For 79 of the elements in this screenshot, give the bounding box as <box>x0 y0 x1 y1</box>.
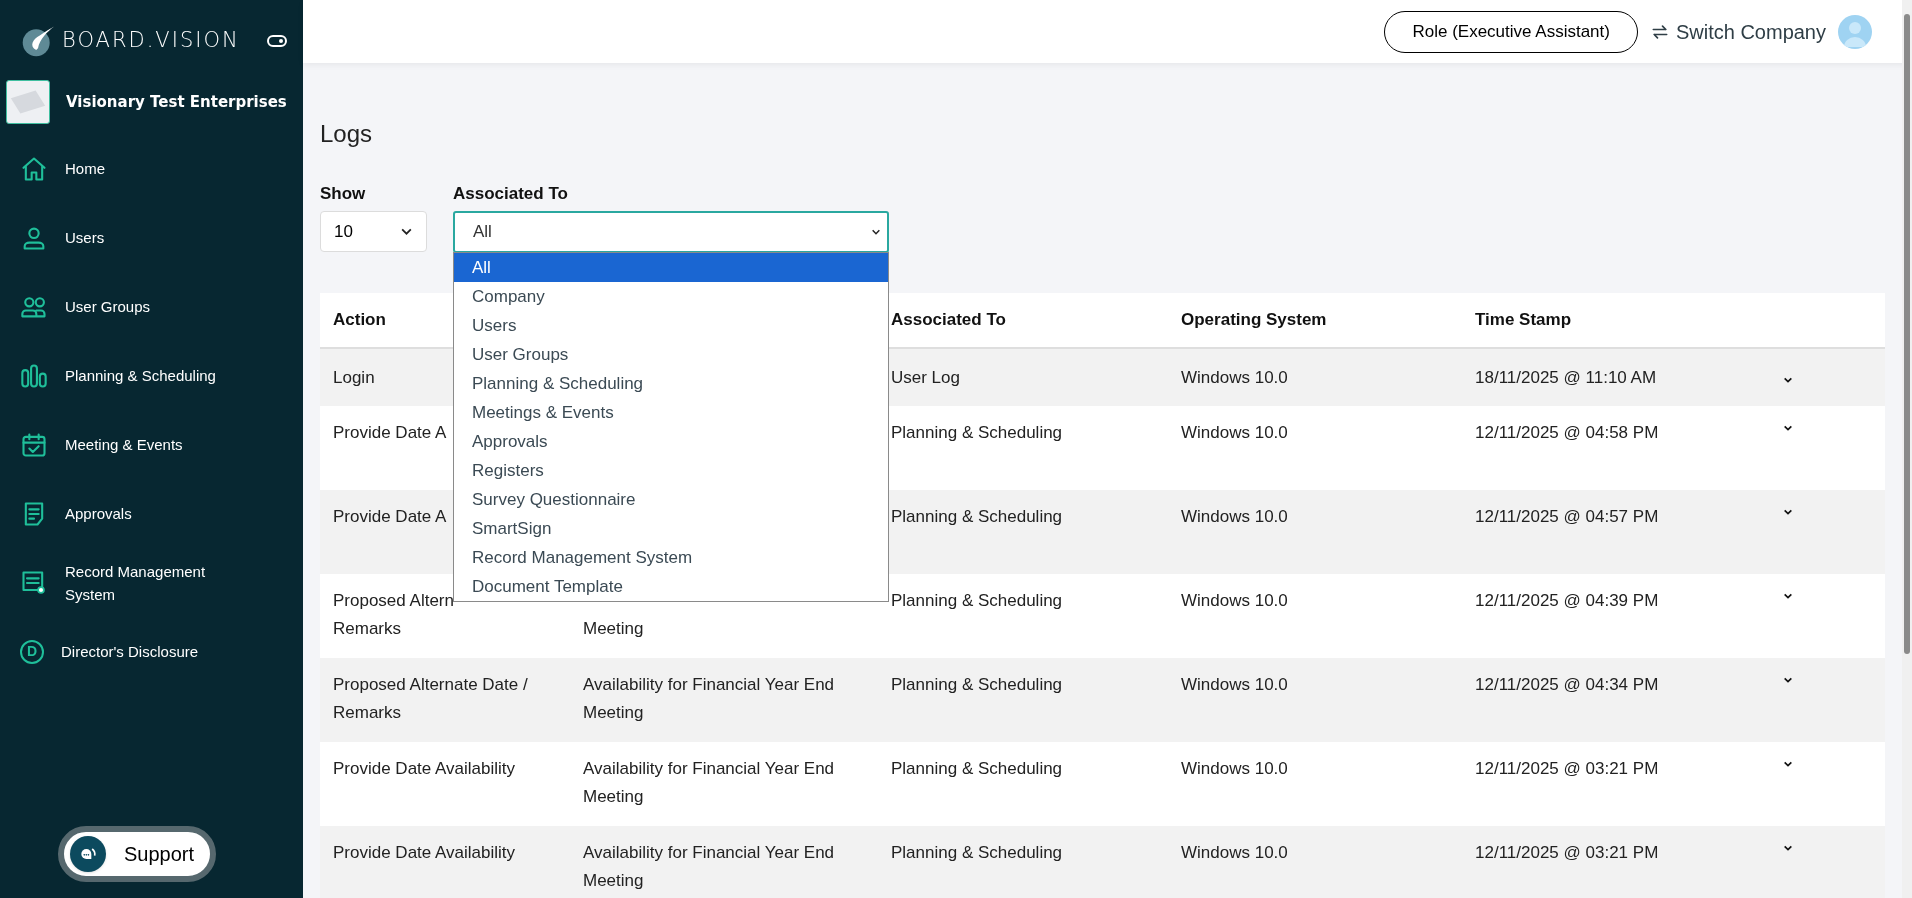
associated-to-select[interactable]: All <box>453 211 889 253</box>
table-cell-text: Planning & Scheduling <box>891 842 1063 864</box>
table-cell-text: Planning & Scheduling <box>891 590 1063 612</box>
table-cell-text: Login <box>333 366 375 389</box>
sidebar-item[interactable]: User Groups <box>0 272 303 341</box>
table-cell-text: Availability for Financial Year End Meeting <box>583 674 836 724</box>
calendar-check-icon <box>20 430 48 459</box>
table-cell-text: Proposed Altern Remarks <box>333 590 454 640</box>
table-cell-text: Windows 10.0 <box>1181 506 1288 528</box>
sidebar-item[interactable]: Meeting & Events <box>0 410 303 479</box>
sidebar-item[interactable]: Record Management System <box>0 548 303 617</box>
table-cell-text: 12/11/2025 @ 03:21 PM <box>1475 758 1659 780</box>
show-label: Show <box>320 183 367 205</box>
table-cell-text: 12/11/2025 @ 04:39 PM <box>1475 590 1659 612</box>
chevron-down-icon[interactable] <box>1783 759 1793 769</box>
sidebar-item[interactable]: Home <box>0 134 303 203</box>
table-cell-text: Provide Date Availability <box>333 758 516 780</box>
table-cell-text: Windows 10.0 <box>1181 758 1288 780</box>
dropdown-option[interactable]: Company <box>454 282 888 311</box>
table-cell-text: Provide Date Availability <box>333 842 516 864</box>
table-cell-text: Windows 10.0 <box>1181 674 1288 696</box>
company-name: Visionary Test Enterprises <box>66 91 287 113</box>
table-cell-text: Planning & Scheduling <box>891 422 1063 444</box>
scrollbar[interactable] <box>1902 0 1912 898</box>
switch-company-button[interactable]: Switch Company <box>1649 16 1826 47</box>
table-cell-text: Proposed Alternate Date / Remarks <box>333 674 529 724</box>
role-button[interactable]: Role (Executive Assistant) <box>1384 10 1638 53</box>
table-cell-text: Windows 10.0 <box>1181 842 1288 864</box>
company-logo <box>6 80 50 124</box>
dropdown-option[interactable]: SmartSign <box>454 514 888 543</box>
column-header: Action <box>333 309 386 332</box>
table-cell-text: Provide Date A <box>333 506 447 528</box>
table-cell-text: Windows 10.0 <box>1181 422 1288 444</box>
sidebar-item[interactable]: Users <box>0 203 303 272</box>
table-cell-text: 12/11/2025 @ 04:58 PM <box>1475 422 1659 444</box>
dropdown-option[interactable]: User Groups <box>454 340 888 369</box>
chevron-down-icon[interactable] <box>1783 675 1793 685</box>
show-select[interactable]: 10 <box>320 211 427 252</box>
dropdown-option[interactable]: Planning & Scheduling <box>454 369 888 398</box>
sidebar-item[interactable]: Approvals <box>0 479 303 548</box>
table-cell-text: User Log <box>891 366 960 389</box>
table-cell-text: Planning & Scheduling <box>891 758 1063 780</box>
dropdown-option[interactable]: Users <box>454 311 888 340</box>
chevron-down-icon[interactable] <box>1783 507 1793 517</box>
table-cell-text: Availability for Financial Year End Meeting <box>583 758 836 808</box>
dropdown-option[interactable]: Record Management System <box>454 543 888 572</box>
chevron-down-icon[interactable] <box>1783 591 1793 601</box>
table-cell-text: Planning & Scheduling <box>891 674 1063 696</box>
chevron-down-icon <box>871 227 881 237</box>
column-header: Operating System <box>1181 309 1327 332</box>
logo-text: BOARD.VISION <box>62 27 240 55</box>
page-title: Logs <box>320 119 374 149</box>
chevron-down-icon[interactable] <box>1783 843 1793 853</box>
table-cell-text: Provide Date A <box>333 422 447 444</box>
dropdown-option[interactable]: Approvals <box>454 427 888 456</box>
dropdown-option[interactable]: Document Template <box>454 572 888 601</box>
chevron-down-icon[interactable] <box>1783 423 1793 433</box>
table-cell-text: Windows 10.0 <box>1181 590 1288 612</box>
column-header: Associated To <box>891 309 1006 332</box>
letter-icon: D <box>20 639 44 664</box>
dropdown-option[interactable]: Registers <box>454 456 888 485</box>
table-cell-text: 12/11/2025 @ 04:57 PM <box>1475 506 1659 528</box>
toggle-icon[interactable] <box>267 35 287 47</box>
table-cell-text: 12/11/2025 @ 04:34 PM <box>1475 674 1659 696</box>
chat-icon <box>70 836 106 872</box>
sidebar-item[interactable]: D Director's Disclosure <box>0 617 303 686</box>
table-cell-text: Planning & Scheduling <box>891 506 1063 528</box>
dropdown-option[interactable]: All <box>454 253 888 282</box>
table-cell-text: 18/11/2025 @ 11:10 AM <box>1475 366 1657 389</box>
support-button[interactable]: Support <box>58 826 216 882</box>
dropdown-option[interactable]: Meetings & Events <box>454 398 888 427</box>
dropdown-option[interactable]: Survey Questionnaire <box>454 485 888 514</box>
table-cell-text: Availability for Financial Year End Meeting <box>583 842 836 892</box>
associated-to-label: Associated To <box>453 183 569 205</box>
document-icon <box>20 568 48 597</box>
table-cell-text: Windows 10.0 <box>1181 366 1288 389</box>
table-cell-text: 12/11/2025 @ 03:21 PM <box>1475 842 1659 864</box>
column-header: Time Stamp <box>1475 309 1572 332</box>
sidebar-item[interactable]: Planning & Scheduling <box>0 341 303 410</box>
